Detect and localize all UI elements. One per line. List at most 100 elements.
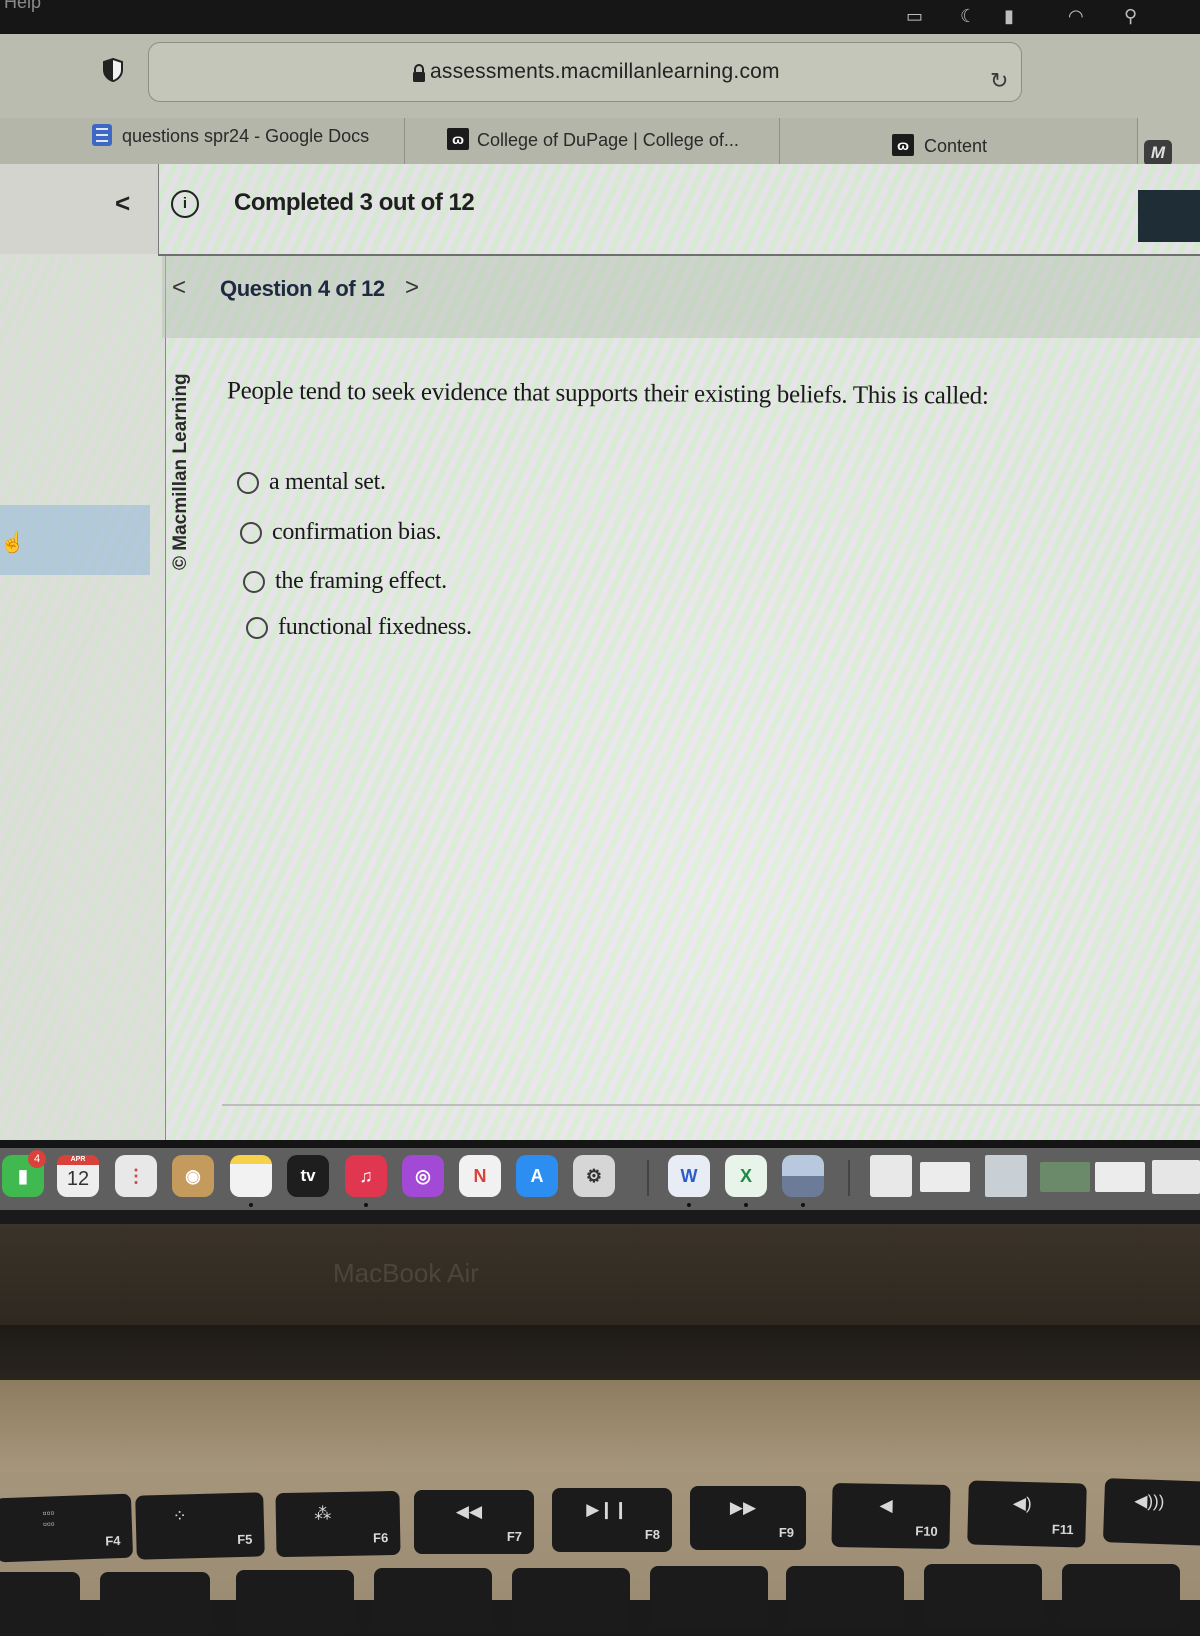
preview-icon[interactable]	[782, 1155, 824, 1197]
next-question-button[interactable]: >	[405, 274, 419, 302]
excel-label: X	[739, 1166, 752, 1186]
recent-file-thumbnail[interactable]	[920, 1162, 970, 1192]
contacts-icon[interactable]: ◉	[172, 1155, 214, 1197]
keyboard-key[interactable]	[650, 1566, 768, 1630]
keyboard-key[interactable]	[786, 1566, 904, 1630]
podcasts-icon[interactable]: ◎	[402, 1155, 444, 1197]
recent-file-thumbnail[interactable]	[1152, 1160, 1200, 1194]
key-label: F5	[236, 1531, 253, 1548]
calendar-icon[interactable]: APR 12	[57, 1155, 99, 1197]
answer-choice[interactable]: functional fixedness.	[246, 614, 472, 641]
key-label: F9	[778, 1525, 794, 1540]
dock-separator	[848, 1160, 850, 1196]
fast-forward-icon: ▶▶	[729, 1498, 757, 1517]
tab-label: College of DuPage | College of...	[477, 130, 739, 150]
notification-badge: 4	[28, 1150, 46, 1168]
calendar-day: 12	[66, 1168, 90, 1190]
choice-label: a mental set.	[269, 469, 386, 495]
radio-button[interactable]	[243, 570, 265, 593]
copyright-text: © Macmillan Learning	[170, 373, 191, 570]
collapse-chevron-icon[interactable]: <	[115, 188, 130, 219]
notes-icon[interactable]	[230, 1155, 272, 1197]
key-f6[interactable]: ⁂ F6	[275, 1490, 401, 1558]
battery-icon[interactable]: ▮	[1004, 6, 1014, 27]
keyboard-key[interactable]	[374, 1568, 492, 1632]
previous-question-button[interactable]: <	[172, 274, 186, 302]
choice-label: confirmation bias.	[272, 519, 442, 545]
google-docs-icon	[92, 124, 112, 146]
reminders-icon[interactable]: ⋮	[115, 1155, 157, 1197]
music-icon[interactable]: ♫	[345, 1155, 387, 1197]
model-label: MacBook Air	[333, 1258, 479, 1288]
microsoft-excel-icon[interactable]: X	[725, 1155, 767, 1197]
college-of-dupage-icon: ɷ	[447, 128, 469, 150]
keyboard-key[interactable]	[924, 1564, 1042, 1628]
radio-button[interactable]	[240, 521, 262, 544]
menu-help[interactable]: Help	[4, 0, 41, 13]
answer-choice[interactable]: a mental set.	[237, 469, 386, 496]
extension-m-icon[interactable]: M	[1144, 140, 1172, 166]
completion-status: Completed 3 out of 12	[234, 189, 475, 216]
calendar-month: APR	[57, 1155, 99, 1165]
keyboard-key[interactable]	[100, 1572, 210, 1636]
running-indicator	[801, 1203, 805, 1207]
running-indicator	[364, 1203, 368, 1207]
key-f9[interactable]: ▶▶ F9	[690, 1486, 806, 1550]
recent-file-thumbnail[interactable]	[1040, 1162, 1090, 1192]
key-f5[interactable]: ⁘ F5	[135, 1492, 265, 1560]
key-f10[interactable]: ◀ F10	[831, 1482, 951, 1550]
running-indicator	[249, 1203, 253, 1207]
dock-separator	[647, 1160, 649, 1196]
news-icon[interactable]: N	[459, 1155, 501, 1197]
key-label: F4	[105, 1533, 121, 1549]
running-indicator	[744, 1203, 748, 1207]
do-not-disturb-icon[interactable]: ☾	[960, 6, 976, 27]
reload-icon[interactable]: ↻	[990, 68, 1008, 94]
system-settings-icon[interactable]: ⚙	[573, 1155, 615, 1197]
microsoft-word-icon[interactable]: W	[668, 1155, 710, 1197]
window-icon[interactable]: ▭	[906, 6, 923, 27]
content-divider	[222, 1104, 1200, 1106]
keyboard-key[interactable]	[236, 1570, 354, 1634]
tab-college-of-dupage[interactable]: ɷ College of DuPage | College of...	[405, 118, 780, 164]
recent-file-thumbnail[interactable]	[1095, 1162, 1145, 1192]
info-icon[interactable]: i	[171, 190, 199, 218]
tab-google-docs[interactable]: questions spr24 - Google Docs	[0, 118, 405, 164]
keyboard-key[interactable]	[1062, 1564, 1180, 1628]
running-indicator	[687, 1203, 691, 1207]
key-label: F11	[1051, 1521, 1074, 1538]
laptop-bezel	[0, 1224, 1200, 1334]
screen-edge	[0, 1140, 1200, 1148]
keyboard-key[interactable]	[0, 1572, 80, 1636]
key-f11[interactable]: ◀) F11	[967, 1480, 1087, 1548]
left-gutter	[0, 164, 159, 254]
privacy-shield-icon[interactable]	[103, 58, 123, 82]
key-label: F7	[506, 1529, 522, 1544]
tab-label: Content	[924, 136, 988, 156]
url-text[interactable]: assessments.macmillanlearning.com	[430, 60, 780, 84]
answer-choice[interactable]: the framing effect.	[243, 568, 447, 595]
mute-icon: ◀	[879, 1495, 893, 1516]
key-f12[interactable]: ◀)))	[1102, 1478, 1200, 1546]
college-of-dupage-icon: ɷ	[892, 134, 914, 156]
keyboard-key[interactable]	[512, 1568, 630, 1632]
radio-button[interactable]	[237, 471, 259, 494]
key-f8[interactable]: ▶❙❙ F8	[552, 1488, 672, 1552]
apple-tv-label: tv	[300, 1166, 316, 1185]
tab-content[interactable]: ɷ Content	[780, 118, 1138, 164]
app-store-icon[interactable]: A	[516, 1155, 558, 1197]
spotlight-search-icon[interactable]: ⚲	[1124, 6, 1137, 27]
apple-tv-icon[interactable]: tv	[287, 1155, 329, 1197]
screen: Help ▭ ☾ ▮ ◠ ⚲ assessments.macmillanlear…	[0, 0, 1200, 1245]
wifi-icon[interactable]: ◠	[1068, 6, 1084, 27]
answer-choice[interactable]: confirmation bias.	[240, 519, 442, 546]
choice-label: the framing effect.	[275, 568, 447, 594]
key-f7[interactable]: ◀◀ F7	[414, 1490, 534, 1554]
radio-button[interactable]	[246, 616, 268, 639]
choice-label: functional fixedness.	[278, 614, 472, 640]
left-sidebar-area	[0, 254, 166, 1140]
tab-label: questions spr24 - Google Docs	[122, 126, 370, 146]
volume-down-icon: ◀)	[1012, 1493, 1032, 1514]
recent-file-thumbnail[interactable]	[985, 1155, 1027, 1197]
document-file-icon[interactable]	[870, 1155, 912, 1197]
